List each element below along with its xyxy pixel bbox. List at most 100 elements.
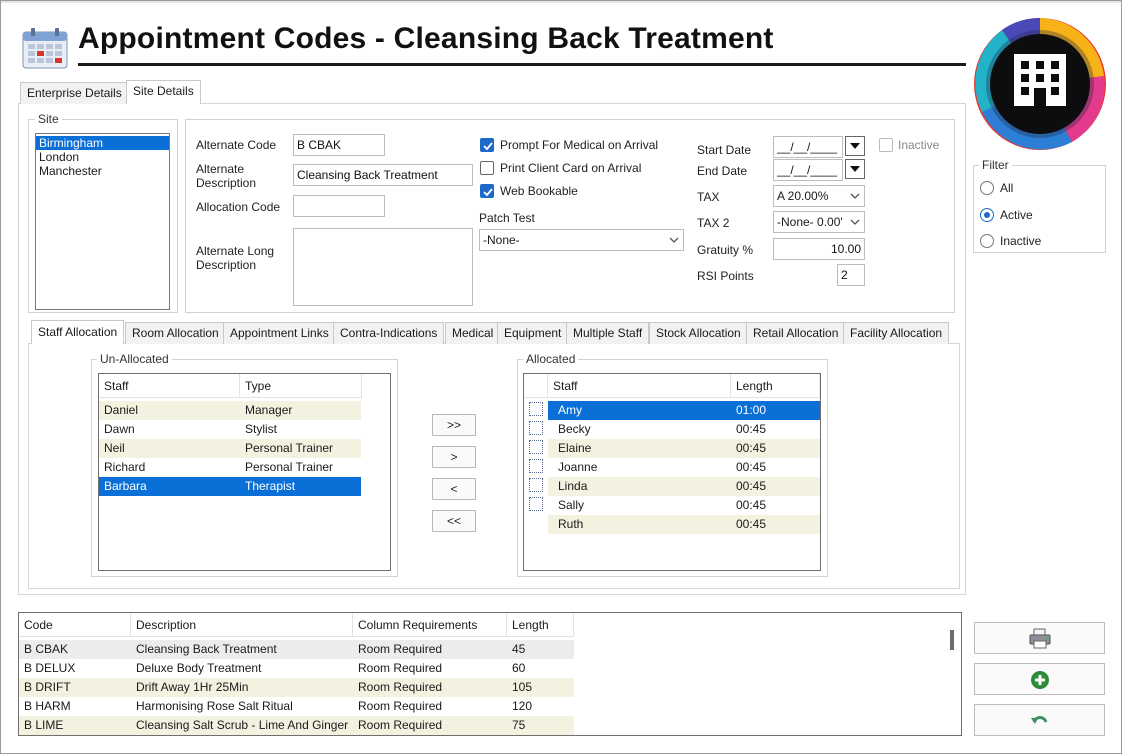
allocation-code-input[interactable] <box>293 195 385 217</box>
table-row[interactable]: Richard Personal Trainer <box>99 458 361 477</box>
print-client-card-checkbox[interactable] <box>480 161 494 175</box>
row-checkbox[interactable] <box>529 478 543 492</box>
alternate-description-input[interactable] <box>293 164 473 186</box>
tab-room-allocation[interactable]: Room Allocation <box>125 322 226 344</box>
staff-cell: Joanne <box>558 460 598 474</box>
prompt-medical-label: Prompt For Medical on Arrival <box>500 138 659 152</box>
dropdown-arrow-icon <box>850 143 860 149</box>
tab-staff-allocation[interactable]: Staff Allocation <box>31 320 125 344</box>
filter-group-label: Filter <box>979 158 1012 172</box>
description-cell: Drift Away 1Hr 25Min <box>136 680 249 694</box>
add-all-button[interactable]: >> <box>432 414 476 436</box>
tab-enterprise-details[interactable]: Enterprise Details <box>20 82 129 104</box>
filter-all-radio[interactable] <box>980 181 994 195</box>
row-checkbox[interactable] <box>529 421 543 435</box>
gratuity-input[interactable] <box>773 238 865 260</box>
table-row[interactable]: Becky 00:45 <box>548 420 820 439</box>
remove-selected-button[interactable]: < <box>432 478 476 500</box>
end-date-label: End Date <box>697 164 748 178</box>
table-row[interactable]: Daniel Manager <box>99 401 361 420</box>
row-checkbox[interactable] <box>529 497 543 511</box>
end-date-input[interactable] <box>773 159 843 181</box>
start-date-input[interactable] <box>773 136 843 158</box>
staff-cell: Becky <box>558 422 591 436</box>
start-date-label: Start Date <box>697 143 752 157</box>
site-item-manchester[interactable]: Manchester <box>36 164 169 178</box>
table-row[interactable]: B DRIFT Drift Away 1Hr 25Min Room Requir… <box>19 678 574 697</box>
undo-button[interactable] <box>974 704 1105 736</box>
table-row[interactable]: Dawn Stylist <box>99 420 361 439</box>
table-row[interactable]: Joanne 00:45 <box>548 458 820 477</box>
start-date-dropdown-button[interactable] <box>845 136 865 156</box>
web-bookable-checkbox[interactable] <box>480 184 494 198</box>
column-header-code[interactable]: Code <box>19 613 131 637</box>
tab-medical[interactable]: Medical <box>445 322 501 344</box>
requirements-cell: Room Required <box>358 661 443 675</box>
row-checkbox[interactable] <box>529 402 543 416</box>
length-cell: 75 <box>512 718 526 732</box>
logo <box>972 16 1108 152</box>
remove-all-button[interactable]: << <box>432 510 476 532</box>
tab-stock-allocation[interactable]: Stock Allocation <box>649 322 748 344</box>
add-selected-button[interactable]: > <box>432 446 476 468</box>
table-row[interactable]: Sally 00:45 <box>548 496 820 515</box>
table-row-selected[interactable]: Barbara Therapist <box>99 477 361 496</box>
table-row[interactable]: Ruth 00:45 <box>548 515 820 534</box>
filter-active-label: Active <box>1000 208 1033 222</box>
tab-multiple-staff[interactable]: Multiple Staff <box>566 322 650 344</box>
table-row[interactable]: B HARM Harmonising Rose Salt Ritual Room… <box>19 697 574 716</box>
table-row[interactable]: Elaine 00:45 <box>548 439 820 458</box>
alternate-long-description-input[interactable] <box>293 228 473 306</box>
column-header-length[interactable]: Length <box>731 374 820 398</box>
length-cell: 45 <box>512 642 526 656</box>
tax2-select[interactable]: -None- 0.00' <box>773 211 865 233</box>
codes-grid-header: Code Description Column Requirements Len… <box>19 613 574 637</box>
length-cell: 00:45 <box>736 479 767 493</box>
table-row[interactable]: B DELUX Deluxe Body Treatment Room Requi… <box>19 659 574 678</box>
tab-equipment[interactable]: Equipment <box>497 322 569 344</box>
column-header-staff[interactable]: Staff <box>99 374 240 398</box>
row-checkbox[interactable] <box>529 440 543 454</box>
tax-select[interactable]: A 20.00% <box>773 185 865 207</box>
table-row-current[interactable]: B CBAK Cleansing Back Treatment Room Req… <box>19 640 574 659</box>
print-button[interactable] <box>974 622 1105 654</box>
column-header-type[interactable]: Type <box>240 374 362 398</box>
tab-appointment-links[interactable]: Appointment Links <box>223 322 336 344</box>
undo-icon <box>1031 716 1048 724</box>
site-listbox[interactable]: Birmingham London Manchester <box>35 133 170 310</box>
add-button[interactable] <box>974 663 1105 695</box>
codes-grid-scrollbar[interactable] <box>950 630 954 650</box>
filter-inactive-radio[interactable] <box>980 234 994 248</box>
appointment-codes-grid[interactable]: Code Description Column Requirements Len… <box>18 612 962 736</box>
tab-contra-indications[interactable]: Contra-Indications <box>333 322 445 344</box>
column-header-staff[interactable]: Staff <box>548 374 731 398</box>
staff-cell: Richard <box>104 460 146 474</box>
table-row[interactable]: Neil Personal Trainer <box>99 439 361 458</box>
site-item-birmingham[interactable]: Birmingham <box>36 136 169 150</box>
inactive-checkbox[interactable] <box>879 138 893 152</box>
patch-test-select[interactable]: -None- <box>479 229 684 251</box>
column-header-description[interactable]: Description <box>131 613 353 637</box>
table-row-selected[interactable]: Amy 01:00 <box>548 401 820 420</box>
prompt-medical-checkbox[interactable] <box>480 138 494 152</box>
code-cell: B CBAK <box>24 642 69 656</box>
column-header-length[interactable]: Length <box>507 613 574 637</box>
filter-active-radio[interactable] <box>980 208 994 222</box>
tab-site-details[interactable]: Site Details <box>126 80 201 104</box>
page-title: Appointment Codes - Cleansing Back Treat… <box>78 22 774 55</box>
length-cell: 00:45 <box>736 422 767 436</box>
allocated-grid[interactable]: Staff Length Amy 01:00 Becky 00:45 Elain… <box>523 373 821 571</box>
row-checkbox[interactable] <box>529 459 543 473</box>
end-date-dropdown-button[interactable] <box>845 159 865 179</box>
table-row[interactable]: B LIME Cleansing Salt Scrub - Lime And G… <box>19 716 574 735</box>
column-header-column-requirements[interactable]: Column Requirements <box>353 613 507 637</box>
alternate-code-input[interactable] <box>293 134 385 156</box>
unallocated-grid[interactable]: Staff Type Daniel Manager Dawn Stylist N… <box>98 373 391 571</box>
table-row[interactable]: Linda 00:45 <box>548 477 820 496</box>
rsi-points-label: RSI Points <box>697 269 754 283</box>
site-item-london[interactable]: London <box>36 150 169 164</box>
rsi-points-input[interactable] <box>837 264 865 286</box>
tab-retail-allocation[interactable]: Retail Allocation <box>746 322 846 344</box>
tab-facility-allocation[interactable]: Facility Allocation <box>843 322 950 344</box>
inactive-label: Inactive <box>898 138 940 152</box>
